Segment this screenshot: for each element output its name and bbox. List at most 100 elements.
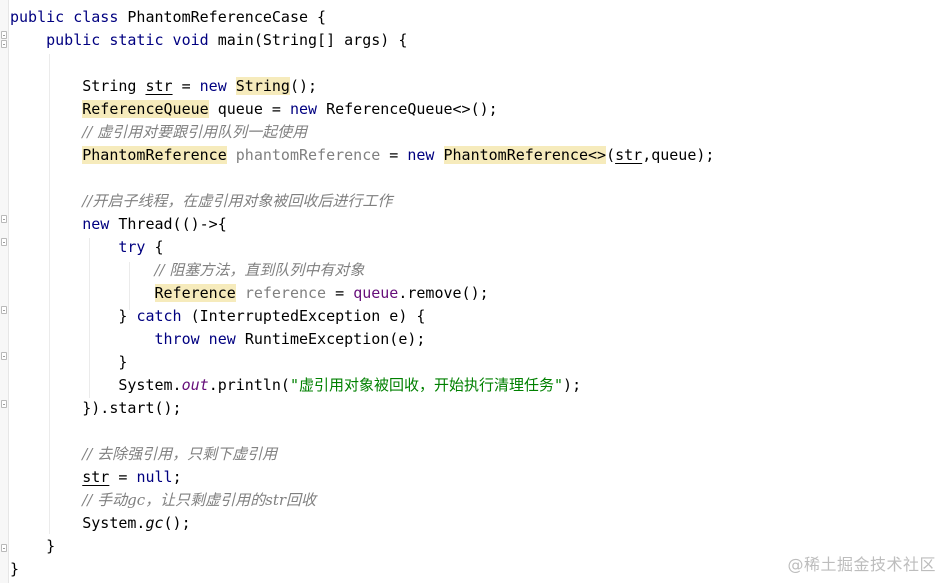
code-token: } [10, 537, 56, 555]
code-line[interactable] [10, 52, 714, 75]
code-token: }).start(); [10, 399, 182, 417]
code-token: public static void [46, 31, 218, 49]
code-token: //开启子线程，在虚引用对象被回收后进行工作 [82, 192, 393, 210]
code-token: String [10, 77, 146, 95]
code-token: ; [172, 468, 182, 486]
code-token: { [154, 238, 164, 256]
code-token: // 去除强引用，只剩下虚引用 [82, 445, 278, 463]
code-line[interactable]: //开启子线程，在虚引用对象被回收后进行工作 [10, 190, 714, 213]
code-token: = [326, 284, 354, 302]
code-token: // 虚引用对要跟引用队列一起使用 [82, 123, 308, 141]
code-token: new [199, 77, 236, 95]
code-token: PhantomReference<> [443, 146, 607, 164]
code-editor[interactable]: public class PhantomReferenceCase { publ… [0, 0, 946, 583]
code-token: } [10, 307, 137, 325]
code-token: System. [10, 376, 182, 394]
code-token: String [235, 77, 290, 95]
code-token: // 手动gc，让只剩虚引用的str回收 [82, 491, 317, 509]
code-token: (); [289, 77, 318, 95]
code-token: ,queue); [642, 146, 715, 164]
code-line[interactable]: new Thread(()->{ [10, 213, 714, 236]
code-token: ReferenceQueue<>(); [326, 100, 498, 118]
code-token: ( [606, 146, 616, 164]
code-content[interactable]: public class PhantomReferenceCase { publ… [0, 6, 714, 581]
code-token: new [407, 146, 444, 164]
code-token: out [181, 376, 209, 394]
code-token: Thread(()->{ [118, 215, 227, 233]
code-token: PhantomReferenceCase { [127, 8, 327, 26]
code-line[interactable]: // 阻塞方法，直到队列中有对象 [10, 259, 714, 282]
code-line[interactable]: System.out.println("虚引用对象被回收，开始执行清理任务"); [10, 374, 714, 397]
code-line[interactable] [10, 167, 714, 190]
code-token: new [82, 215, 119, 233]
code-token: = [109, 468, 137, 486]
code-line[interactable]: }).start(); [10, 397, 714, 420]
code-token: queue = [208, 100, 290, 118]
code-token: str [82, 468, 110, 486]
code-line[interactable]: try { [10, 236, 714, 259]
code-token: PhantomReference [82, 146, 227, 164]
code-line[interactable]: public class PhantomReferenceCase { [10, 6, 714, 29]
code-token: str [615, 146, 643, 164]
watermark: @稀土掘金技术社区 [787, 555, 936, 574]
code-line[interactable]: } [10, 535, 714, 558]
code-token: .remove(); [398, 284, 489, 302]
code-line[interactable]: } catch (InterruptedException e) { [10, 305, 714, 328]
code-token: } [10, 560, 20, 578]
code-line[interactable]: ReferenceQueue queue = new ReferenceQueu… [10, 98, 714, 121]
code-token: ReferenceQueue [82, 100, 209, 118]
code-token: phantomReference [235, 146, 381, 164]
code-token: gc [145, 514, 164, 532]
code-line[interactable]: str = null; [10, 466, 714, 489]
code-line[interactable]: } [10, 558, 714, 581]
code-line[interactable]: String str = new String(); [10, 75, 714, 98]
code-token: = [380, 146, 408, 164]
code-line[interactable]: Reference reference = queue.remove(); [10, 282, 714, 305]
code-token: (InterruptedException e) { [190, 307, 426, 325]
code-line[interactable] [10, 420, 714, 443]
code-token: main(String[] args) { [217, 31, 408, 49]
code-line[interactable]: // 手动gc，让只剩虚引用的str回收 [10, 489, 714, 512]
code-token: RuntimeException(e); [244, 330, 426, 348]
code-token: (); [163, 514, 191, 532]
code-token: throw new [154, 330, 245, 348]
code-token: queue [353, 284, 399, 302]
code-token: try [118, 238, 155, 256]
code-line[interactable]: throw new RuntimeException(e); [10, 328, 714, 351]
code-token: ); [563, 376, 582, 394]
code-token: "虚引用对象被回收，开始执行清理任务" [289, 376, 564, 394]
code-line[interactable]: } [10, 351, 714, 374]
code-token: .println( [208, 376, 290, 394]
code-line[interactable]: // 虚引用对要跟引用队列一起使用 [10, 121, 714, 144]
code-token: = [172, 77, 200, 95]
code-line[interactable]: PhantomReference phantomReference = new … [10, 144, 714, 167]
code-token: public class [10, 8, 128, 26]
code-token: catch [136, 307, 191, 325]
code-token: null [136, 468, 173, 486]
code-token: str [145, 77, 173, 95]
code-token: Reference [154, 284, 236, 302]
code-token: // 阻塞方法，直到队列中有对象 [154, 261, 365, 279]
code-token: reference [244, 284, 327, 302]
code-token: System. [10, 514, 146, 532]
code-token: } [10, 353, 128, 371]
code-line[interactable]: // 去除强引用，只剩下虚引用 [10, 443, 714, 466]
code-line[interactable]: public static void main(String[] args) { [10, 29, 714, 52]
code-token: new [289, 100, 327, 118]
code-line[interactable]: System.gc(); [10, 512, 714, 535]
